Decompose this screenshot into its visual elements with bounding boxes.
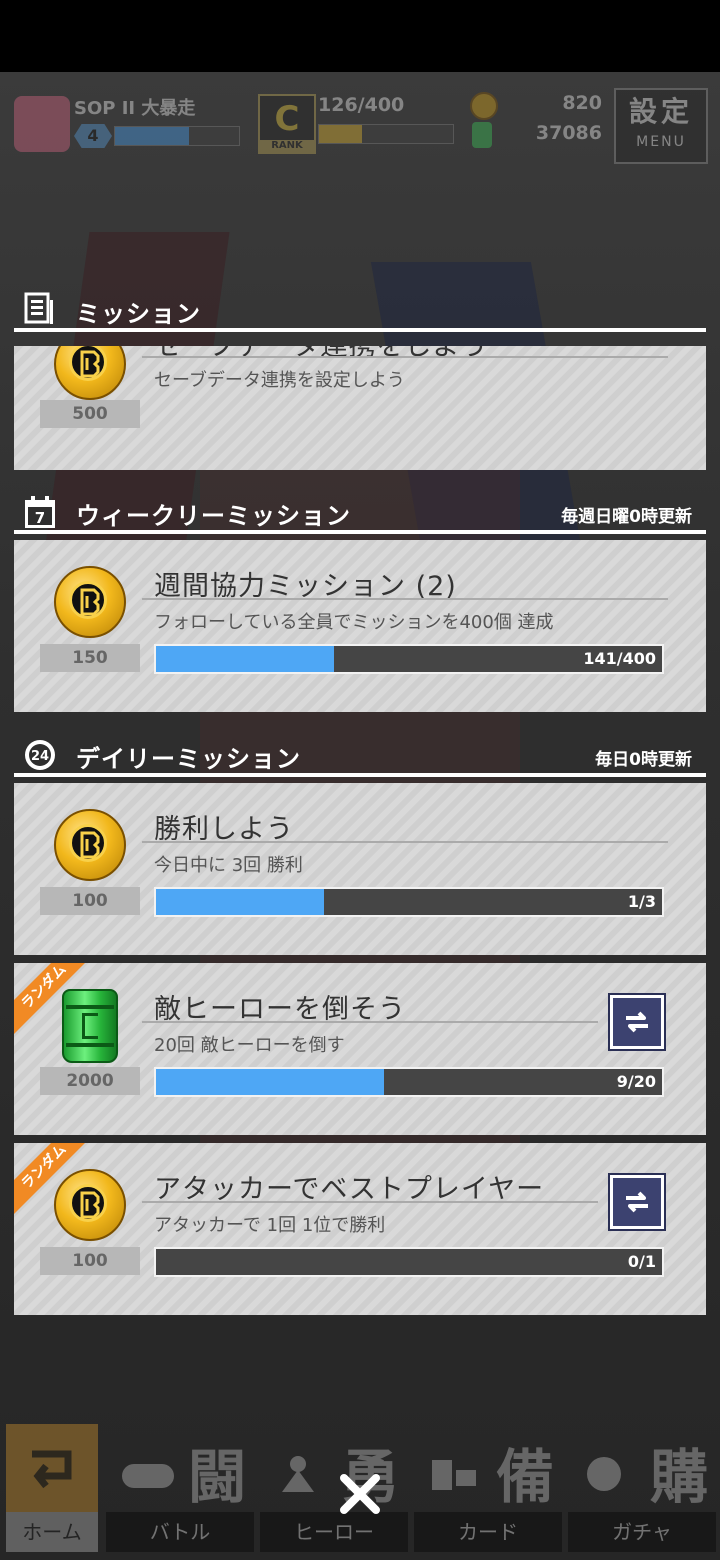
refresh-button[interactable] — [610, 1175, 664, 1229]
coin-icon — [54, 566, 126, 638]
progress-bar: 0/1 — [154, 1247, 664, 1277]
title-divider — [142, 1021, 598, 1023]
menu-kanji: 設定 — [628, 95, 693, 128]
nav-gacha-label: ガチャ — [568, 1512, 716, 1552]
reward-amount: 100 — [40, 1247, 140, 1275]
progress-text: 9/20 — [616, 1072, 656, 1091]
title-divider — [142, 356, 668, 358]
energy-count: 37086 — [535, 122, 602, 144]
mission-description: フォローしている全員でミッションを400個 達成 — [154, 612, 554, 633]
weekly-mission-card[interactable]: 週間協力ミッション (2) フォローしている全員でミッションを400個 達成 1… — [14, 540, 706, 712]
progress-fill — [156, 889, 325, 915]
coin-icon — [470, 92, 498, 120]
refresh-icon — [626, 1191, 648, 1213]
nav-battle[interactable]: 闘 バトル — [106, 1424, 254, 1552]
daily-header: 24 デイリーミッション 毎日0時更新 — [14, 737, 706, 777]
progress-fill — [156, 1069, 384, 1095]
clock-number: 24 — [31, 749, 49, 764]
mission-title: ミッション — [76, 300, 201, 328]
document-icon — [22, 292, 56, 330]
nav-gacha[interactable]: 購 ガチャ — [568, 1424, 716, 1552]
daily-mission-card[interactable]: 勝利しよう 今日中に 3回 勝利 100 1/3 — [14, 783, 706, 955]
avatar — [14, 96, 70, 152]
rank-progress: 126/400 — [318, 94, 405, 116]
reward-amount: 2000 — [40, 1067, 140, 1095]
coin-count: 820 — [562, 92, 602, 114]
daily-refresh-note: 毎日0時更新 — [595, 750, 692, 770]
clock-24-icon: 24 — [22, 737, 58, 777]
home-tile — [6, 1424, 98, 1512]
xp-bar — [114, 126, 240, 146]
header-underline — [14, 530, 706, 534]
close-button[interactable] — [336, 1470, 384, 1518]
header-underline — [14, 328, 706, 332]
progress-bar: 1/3 — [154, 887, 664, 917]
mission-description: アタッカーで 1回 1位で勝利 — [154, 1215, 386, 1236]
coin-icon — [54, 346, 126, 400]
nav-battle-label: バトル — [106, 1512, 254, 1552]
level-badge: 4 — [74, 124, 112, 148]
green-can-icon — [54, 989, 126, 1063]
reward-amount: 100 — [40, 887, 140, 915]
mission-header: ミッション — [14, 292, 706, 332]
mission-description: セーブデータ連携を設定しよう — [154, 370, 405, 391]
mission-title: セーブデータ連携をしよう — [154, 346, 489, 362]
nav-card[interactable]: 備 カード — [414, 1424, 562, 1552]
weekly-title: ウィークリーミッション — [76, 502, 351, 530]
mission-card-partial[interactable]: セーブデータ連携をしよう セーブデータ連携を設定しよう 500 — [14, 346, 706, 470]
progress-bar: 141/400 — [154, 644, 664, 674]
coin-icon — [54, 1169, 126, 1241]
daily-title: デイリーミッション — [76, 745, 301, 773]
rank-bar — [318, 124, 454, 144]
nav-hero[interactable]: 勇 ヒーロー — [260, 1424, 408, 1552]
gamepad-icon — [120, 1454, 176, 1494]
daily-mission-card[interactable]: ランダム アタッカーでベストプレイヤー アタッカーで 1回 1位で勝利 100 … — [14, 1143, 706, 1315]
card-icon — [428, 1454, 484, 1494]
top-hud: SOP II 大暴走 4 C RANK 126/400 820 37086 設定… — [0, 80, 720, 172]
menu-label: MENU — [636, 134, 686, 150]
nav-battle-kanji: 闘 — [187, 1443, 246, 1511]
nav-home-label: ホーム — [6, 1512, 98, 1552]
close-icon — [340, 1474, 380, 1514]
coin-icon — [54, 809, 126, 881]
weekly-refresh-note: 毎週日曜0時更新 — [561, 507, 692, 527]
progress-text: 1/3 — [627, 892, 656, 911]
rank-letter: C — [274, 99, 300, 139]
nav-card-kanji: 備 — [495, 1443, 554, 1511]
title-divider — [142, 1201, 598, 1203]
progress-text: 141/400 — [583, 649, 656, 668]
menu-button[interactable]: 設定 MENU — [614, 88, 708, 164]
rank-badge: C RANK — [258, 94, 316, 154]
gacha-icon — [582, 1454, 638, 1494]
progress-bar: 9/20 — [154, 1067, 664, 1097]
header-underline — [14, 773, 706, 777]
player-name: SOP II 大暴走 — [74, 98, 196, 119]
reward-amount: 500 — [40, 400, 140, 428]
refresh-icon — [626, 1011, 648, 1033]
refresh-button[interactable] — [610, 995, 664, 1049]
weekly-header: 7 ウィークリーミッション 毎週日曜0時更新 — [14, 494, 706, 534]
return-icon — [32, 1450, 72, 1489]
reward-amount: 150 — [40, 644, 140, 672]
mission-description: 20回 敵ヒーローを倒す — [154, 1035, 345, 1056]
daily-mission-card[interactable]: ランダム 敵ヒーローを倒そう 20回 敵ヒーローを倒す 2000 9/20 — [14, 963, 706, 1135]
nav-home[interactable]: ホーム — [6, 1424, 98, 1552]
status-bar — [0, 0, 720, 72]
title-divider — [142, 841, 668, 843]
calendar-number: 7 — [35, 509, 45, 527]
title-divider — [142, 598, 668, 600]
calendar-icon: 7 — [22, 494, 58, 534]
hero-icon — [274, 1454, 330, 1494]
nav-card-label: カード — [414, 1512, 562, 1552]
mission-description: 今日中に 3回 勝利 — [154, 855, 303, 876]
progress-text: 0/1 — [627, 1252, 656, 1271]
nav-gacha-kanji: 購 — [649, 1443, 708, 1511]
nav-hero-label: ヒーロー — [260, 1512, 408, 1552]
energy-can-icon — [472, 122, 492, 148]
progress-fill — [156, 646, 335, 672]
rank-label: RANK — [260, 140, 314, 152]
